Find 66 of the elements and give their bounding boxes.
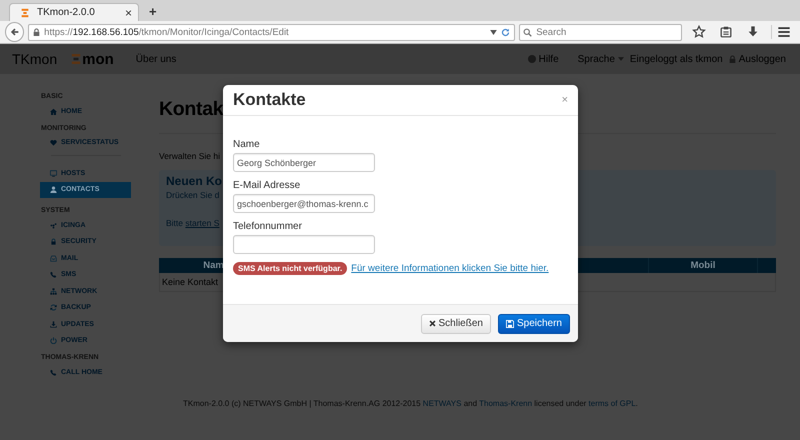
panel-note: Bitte starten S bbox=[166, 218, 220, 228]
reload-icon bbox=[501, 28, 510, 36]
footer-link[interactable]: terms of GPL bbox=[588, 399, 636, 408]
language-dropdown[interactable]: Sprache bbox=[578, 54, 624, 64]
save-button[interactable]: Speichern bbox=[498, 314, 570, 334]
monitor-icon bbox=[50, 170, 57, 177]
lock-icon bbox=[728, 54, 736, 64]
back-arrow-icon bbox=[10, 27, 20, 37]
menu-icon[interactable] bbox=[777, 25, 792, 39]
intro-text: Verwalten Sie hi bbox=[159, 151, 220, 163]
info-link[interactable]: Für weitere Informationen klicken Sie bitte hier. bbox=[351, 263, 549, 274]
caret-icon bbox=[618, 57, 624, 61]
logout-link[interactable]: Ausloggen bbox=[738, 54, 786, 64]
refresh-icon bbox=[50, 304, 57, 312]
field-label: Name bbox=[233, 139, 260, 151]
panel-title: Neuen Ko bbox=[166, 174, 222, 188]
network-dots-icon bbox=[50, 222, 57, 229]
column-header: Mobil bbox=[649, 258, 758, 273]
sitemap-icon bbox=[50, 288, 57, 295]
input-field[interactable]: Georg Schönberger bbox=[233, 153, 375, 172]
bookmark-star-icon[interactable] bbox=[692, 25, 706, 39]
close-icon bbox=[428, 320, 436, 327]
brand-name[interactable]: TKmon bbox=[12, 51, 58, 67]
login-status: Eingeloggt als tkmon bbox=[630, 54, 723, 64]
url-text[interactable]: https://192.168.56.105/tkmon/Monitor/Icinga/Contacts/Edit bbox=[44, 26, 289, 38]
phone-icon bbox=[50, 271, 57, 278]
warning-badge: SMS Alerts nicht verfügbar. bbox=[233, 262, 348, 275]
lock-icon bbox=[33, 28, 40, 36]
dialog-title: Kontakte bbox=[233, 90, 306, 110]
input-field[interactable] bbox=[233, 235, 375, 254]
nav-link[interactable]: Über uns bbox=[136, 54, 176, 64]
new-tab-button[interactable]: + bbox=[149, 4, 157, 19]
power-icon bbox=[50, 337, 57, 344]
help-link[interactable]: Hilfe bbox=[538, 54, 559, 64]
table-cell: Keine Kontakt bbox=[162, 277, 218, 287]
clipboard-icon[interactable] bbox=[718, 25, 733, 39]
person-icon bbox=[50, 186, 57, 194]
browser-tab[interactable]: TKmon-2.0.0 × bbox=[9, 3, 139, 21]
heart-icon bbox=[50, 139, 57, 146]
footer-link[interactable]: Thomas-Krenn bbox=[479, 399, 532, 408]
logo-icon bbox=[71, 53, 82, 65]
inbox-icon bbox=[50, 254, 57, 262]
floppy-icon bbox=[506, 320, 514, 328]
home-icon bbox=[50, 108, 57, 115]
close-button[interactable]: Schließen bbox=[420, 314, 491, 334]
page-heading: Kontak bbox=[159, 97, 224, 122]
tab-title: TKmon-2.0.0 bbox=[37, 7, 96, 18]
lock-icon bbox=[50, 238, 57, 246]
phone-icon bbox=[50, 368, 57, 376]
url-field[interactable]: https://192.168.56.105/tkmon/Monitor/Icinga/Contacts/Edit bbox=[28, 24, 516, 40]
logo-icon bbox=[20, 6, 30, 18]
close-button[interactable]: × bbox=[124, 6, 132, 20]
logo-text: mon bbox=[82, 50, 114, 68]
search-icon bbox=[523, 28, 532, 36]
dropdown-icon bbox=[490, 30, 498, 34]
close-button[interactable]: × bbox=[562, 94, 568, 106]
download-icon bbox=[50, 320, 57, 328]
footer-link[interactable]: NETWAYS bbox=[422, 399, 462, 408]
field-label: Telefonnummer bbox=[233, 221, 302, 233]
field-label: E-Mail Adresse bbox=[233, 180, 300, 192]
start-link[interactable]: starten S bbox=[185, 218, 220, 228]
search-field[interactable]: Search bbox=[519, 24, 682, 40]
input-field[interactable]: gschoenberger@thomas-krenn.c bbox=[233, 194, 375, 213]
panel-text: Drücken Sie d bbox=[166, 190, 220, 200]
footer-text: TKmon-2.0.0 (c) NETWAYS GmbH | Thomas-Krenn.AG 2012-2015 NETWAYS and Thomas-Krenn licensed under terms of GPL. bbox=[183, 399, 638, 408]
back-button[interactable] bbox=[5, 22, 24, 42]
